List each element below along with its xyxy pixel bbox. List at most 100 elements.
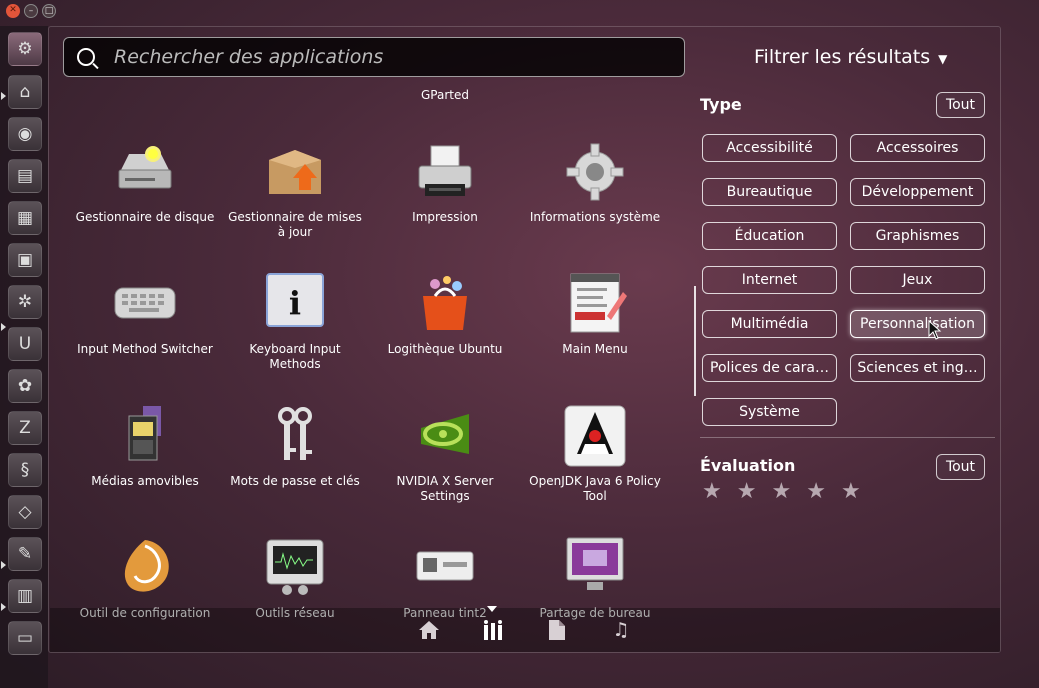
- home-folder-icon[interactable]: ⌂: [8, 75, 42, 109]
- app-label: Médias amovibles: [91, 474, 199, 488]
- close-window-button[interactable]: ✕: [6, 4, 20, 18]
- applications-icon[interactable]: [480, 617, 506, 643]
- app-label: Mots de passe et clés: [230, 474, 360, 488]
- update-box-icon: [263, 140, 327, 204]
- filter-chip-systeme[interactable]: Système: [702, 398, 837, 426]
- java-duke-icon: [563, 404, 627, 468]
- calc-icon[interactable]: ▦: [8, 201, 42, 235]
- filter-chip-sciences[interactable]: Sciences et ing…: [850, 354, 985, 382]
- disk-icon: [113, 140, 177, 204]
- removable-media-icon: [113, 404, 177, 468]
- filter-chip-accessoires[interactable]: Accessoires: [850, 134, 985, 162]
- app-item[interactable]: Gestionnaire de disque: [70, 140, 220, 225]
- app-label: Keyboard Input Methods: [249, 342, 341, 371]
- mouse-cursor-icon: [928, 319, 942, 344]
- filter-chip-personnalisation[interactable]: Personnalisation: [850, 310, 985, 338]
- configuration-icon[interactable]: ✿: [8, 369, 42, 403]
- app-item[interactable]: NVIDIA X Server Settings: [370, 404, 520, 504]
- star-icon[interactable]: ★: [841, 480, 861, 504]
- type-heading: Type: [700, 95, 742, 114]
- panel-icon: [413, 536, 477, 600]
- filter-results-toggle[interactable]: Filtrer les résultats ▼: [754, 46, 947, 68]
- app-item[interactable]: Mots de passe et clés: [220, 404, 370, 489]
- rating-all-button[interactable]: Tout: [936, 454, 985, 480]
- menu-editor-icon: [563, 272, 627, 336]
- rating-heading: Évaluation: [700, 456, 796, 475]
- firefox-icon[interactable]: ◉: [8, 117, 42, 151]
- storage-icon[interactable]: ▥: [8, 579, 42, 613]
- star-icon[interactable]: ★: [702, 480, 722, 504]
- network-monitor-icon: [263, 536, 327, 600]
- music-icon[interactable]: ♫: [608, 617, 634, 643]
- home-icon[interactable]: [416, 617, 442, 643]
- star-icon[interactable]: ★: [737, 480, 757, 504]
- minimize-window-button[interactable]: –: [24, 4, 38, 18]
- editor-icon[interactable]: ✎: [8, 537, 42, 571]
- app-item[interactable]: OpenJDK Java 6 Policy Tool: [520, 404, 670, 504]
- filter-chip-graphismes[interactable]: Graphismes: [850, 222, 985, 250]
- running-indicator: [1, 561, 6, 569]
- running-indicator: [1, 603, 6, 611]
- filter-chip-multimedia[interactable]: Multimédia: [702, 310, 837, 338]
- shell-icon: [113, 536, 177, 600]
- app-item[interactable]: Gestionnaire de mises à jour: [220, 140, 370, 240]
- filter-chip-education[interactable]: Éducation: [702, 222, 837, 250]
- files-icon[interactable]: [544, 617, 570, 643]
- ubuntu-icon[interactable]: ⚙: [8, 32, 42, 66]
- keyboard-icon: [113, 272, 177, 336]
- impress-icon[interactable]: ▣: [8, 243, 42, 277]
- info-icon: i: [263, 272, 327, 336]
- maximize-window-button[interactable]: □: [42, 4, 56, 18]
- app-label: Informations système: [529, 210, 661, 224]
- search-icon: [77, 48, 95, 66]
- filter-chip-accessibilite[interactable]: Accessibilité: [702, 134, 837, 162]
- search-input[interactable]: [114, 44, 674, 70]
- filter-chip-jeux[interactable]: Jeux: [850, 266, 985, 294]
- app-label: NVIDIA X Server Settings: [396, 474, 494, 503]
- app-item[interactable]: Impression: [370, 140, 520, 225]
- svg-text:i: i: [289, 284, 301, 322]
- nvidia-icon: [413, 404, 477, 468]
- app-item[interactable]: i Keyboard Input Methods: [220, 272, 370, 372]
- app-label: Gestionnaire de mises à jour: [228, 210, 362, 239]
- app-item[interactable]: Logithèque Ubuntu: [370, 272, 520, 357]
- terminal-icon[interactable]: §: [8, 453, 42, 487]
- ubuntu-one-icon[interactable]: U: [8, 327, 42, 361]
- screen-icon[interactable]: ▭: [8, 621, 42, 655]
- star-icon[interactable]: ★: [806, 480, 826, 504]
- active-lens-indicator: [487, 606, 497, 612]
- filter-chip-internet[interactable]: Internet: [702, 266, 837, 294]
- app-label: Logithèque Ubuntu: [387, 342, 503, 356]
- app-item[interactable]: Informations système: [520, 140, 670, 225]
- shopping-bag-icon: [413, 272, 477, 336]
- app-item[interactable]: Main Menu: [520, 272, 670, 357]
- chevron-down-icon: ▼: [938, 52, 948, 66]
- rating-stars: ★ ★ ★ ★ ★: [702, 480, 861, 504]
- settings-icon[interactable]: ✲: [8, 285, 42, 319]
- printer-icon: [413, 140, 477, 204]
- star-icon[interactable]: ★: [771, 480, 791, 504]
- app-label: Input Method Switcher: [77, 342, 213, 356]
- window-controls: ✕ – □: [6, 4, 56, 18]
- scrollbar[interactable]: [694, 286, 696, 396]
- partial-app-label[interactable]: GParted: [380, 88, 510, 102]
- app-label: Impression: [412, 210, 478, 224]
- writer-icon[interactable]: ▤: [8, 159, 42, 193]
- gear-icon: [563, 140, 627, 204]
- running-indicator: [1, 92, 6, 100]
- filter-chip-polices[interactable]: Polices de cara…: [702, 354, 837, 382]
- search-box[interactable]: [63, 37, 685, 77]
- app-label: Main Menu: [562, 342, 628, 356]
- running-indicator: [1, 323, 6, 331]
- app-label: Gestionnaire de disque: [75, 210, 215, 224]
- filter-chip-developpement[interactable]: Développement: [850, 178, 985, 206]
- app-item[interactable]: Input Method Switcher: [70, 272, 220, 357]
- app-item[interactable]: Médias amovibles: [70, 404, 220, 489]
- filezilla-icon[interactable]: Z: [8, 411, 42, 445]
- type-all-button[interactable]: Tout: [936, 92, 985, 118]
- divider: [700, 437, 995, 438]
- filter-chip-bureautique[interactable]: Bureautique: [702, 178, 837, 206]
- lens-bar: [50, 608, 1000, 652]
- virtualbox-icon[interactable]: ◇: [8, 495, 42, 529]
- keys-icon: [263, 404, 327, 468]
